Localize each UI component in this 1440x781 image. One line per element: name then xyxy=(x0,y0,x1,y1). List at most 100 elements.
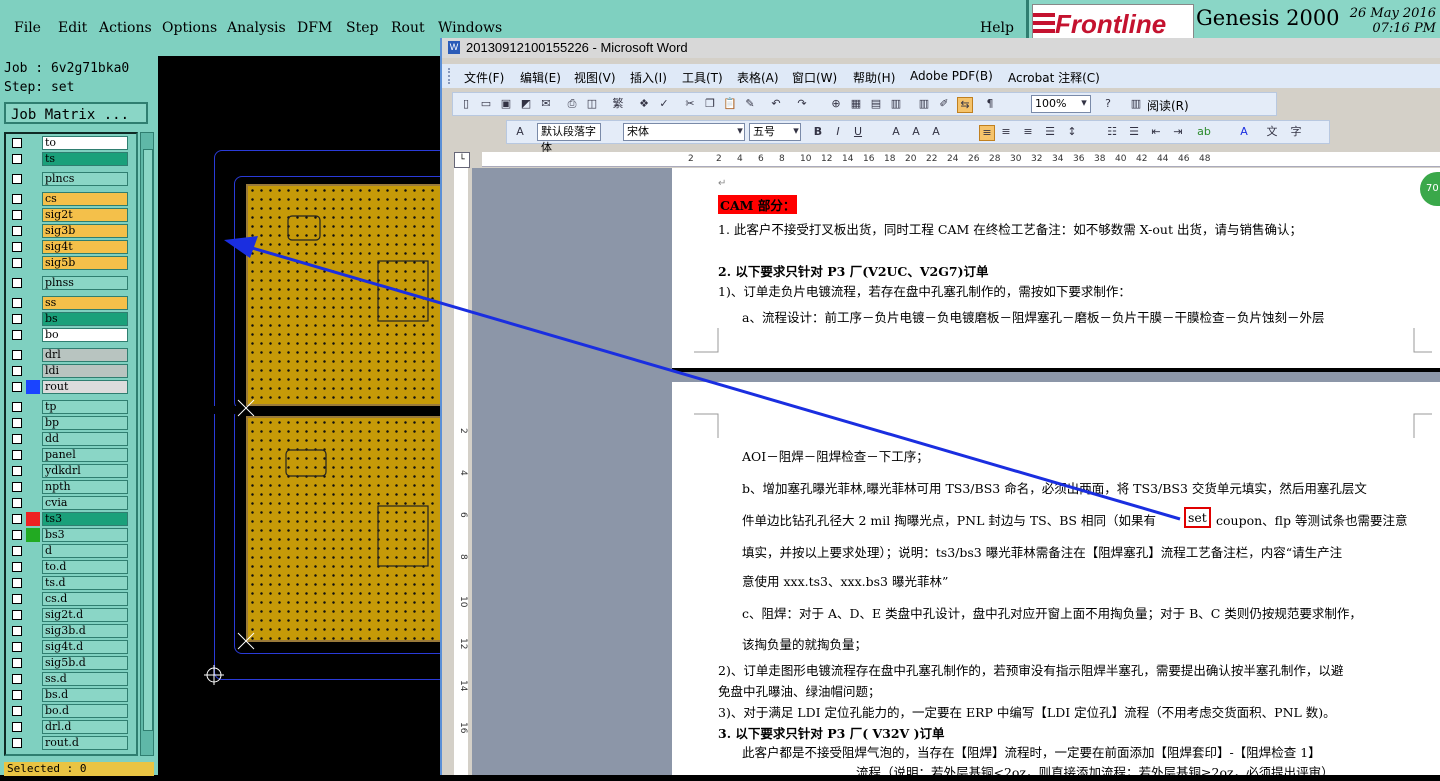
layer-checkbox[interactable] xyxy=(12,482,22,492)
layer-row-plnss[interactable]: plnss xyxy=(8,276,130,290)
layer-checkbox[interactable] xyxy=(12,706,22,716)
layer-name[interactable]: dd xyxy=(42,432,128,446)
email-icon[interactable]: ✉ xyxy=(539,97,553,111)
layer-color-swatch[interactable] xyxy=(26,512,40,526)
layer-row-cvia[interactable]: cvia xyxy=(8,496,130,510)
vertical-ruler[interactable]: 2 4 6 8 10 12 14 16 xyxy=(454,168,468,775)
layer-list-scrollbar[interactable] xyxy=(140,132,154,756)
font-dropdown-icon[interactable]: ▾ xyxy=(733,124,747,138)
word-menu-item[interactable]: 帮助(H) xyxy=(853,69,895,86)
layer-name[interactable]: ts xyxy=(42,152,128,166)
layer-name[interactable]: sig2t.d xyxy=(42,608,128,622)
increase-indent-icon[interactable]: ⇥ xyxy=(1171,125,1185,139)
word-menu-item[interactable]: 插入(I) xyxy=(630,69,667,86)
layer-color-swatch[interactable] xyxy=(26,380,40,394)
undo-icon[interactable]: ↶ xyxy=(769,97,783,111)
layer-checkbox[interactable] xyxy=(12,594,22,604)
layer-checkbox[interactable] xyxy=(12,434,22,444)
layer-color-swatch[interactable] xyxy=(26,416,40,430)
layer-row-ss-d[interactable]: ss.d xyxy=(8,672,130,686)
layer-row-bp[interactable]: bp xyxy=(8,416,130,430)
layer-name[interactable]: cs xyxy=(42,192,128,206)
layer-row-bs3[interactable]: bs3 xyxy=(8,528,130,542)
layer-checkbox[interactable] xyxy=(12,418,22,428)
redo-icon[interactable]: ↷ xyxy=(795,97,809,111)
layer-color-swatch[interactable] xyxy=(26,256,40,270)
layer-color-swatch[interactable] xyxy=(26,400,40,414)
layer-name[interactable]: bp xyxy=(42,416,128,430)
layer-name[interactable]: sig3b xyxy=(42,224,128,238)
layer-row-ts-d[interactable]: ts.d xyxy=(8,576,130,590)
style-select[interactable]: 默认段落字体 xyxy=(537,123,601,154)
layer-row-ts[interactable]: ts xyxy=(8,152,130,166)
layer-checkbox[interactable] xyxy=(12,498,22,508)
distributed-icon[interactable]: ☰ xyxy=(1043,125,1057,139)
layer-row-npth[interactable]: npth xyxy=(8,480,130,494)
read-icon[interactable]: ▥ xyxy=(1129,97,1143,111)
layer-row-plncs[interactable]: plncs xyxy=(8,172,130,186)
menu-analysis[interactable]: Analysis xyxy=(227,20,286,36)
layer-checkbox[interactable] xyxy=(12,242,22,252)
layer-name[interactable]: tp xyxy=(42,400,128,414)
layer-color-swatch[interactable] xyxy=(26,704,40,718)
layer-name[interactable]: npth xyxy=(42,480,128,494)
layer-name[interactable]: ss.d xyxy=(42,672,128,686)
size-dropdown-icon[interactable]: ▾ xyxy=(789,124,803,138)
layer-name[interactable]: d xyxy=(42,544,128,558)
layer-name[interactable]: ydkdrl xyxy=(42,464,128,478)
layer-name[interactable]: cvia xyxy=(42,496,128,510)
layer-checkbox[interactable] xyxy=(12,278,22,288)
paste-icon[interactable]: 📋 xyxy=(723,97,737,111)
word-menu-item[interactable]: Adobe PDF(B) xyxy=(910,69,993,83)
word-menu-item[interactable]: Acrobat 注释(C) xyxy=(1008,69,1100,86)
layer-checkbox[interactable] xyxy=(12,658,22,668)
permission-icon[interactable]: ◩ xyxy=(519,97,533,111)
layer-row-rout[interactable]: rout xyxy=(8,380,130,394)
layer-checkbox[interactable] xyxy=(12,562,22,572)
layer-name[interactable]: bs.d xyxy=(42,688,128,702)
layer-name[interactable]: sig3b.d xyxy=(42,624,128,638)
layer-row-bs[interactable]: bs xyxy=(8,312,130,326)
layer-color-swatch[interactable] xyxy=(26,496,40,510)
layer-name[interactable]: bs3 xyxy=(42,528,128,542)
highlight-icon[interactable]: ab xyxy=(1197,125,1211,139)
graphic-canvas[interactable] xyxy=(158,56,440,775)
layer-name[interactable]: to.d xyxy=(42,560,128,574)
underline-icon[interactable]: U xyxy=(851,125,865,139)
layer-row-bo-d[interactable]: bo.d xyxy=(8,704,130,718)
decrease-indent-icon[interactable]: ⇤ xyxy=(1149,125,1163,139)
layer-checkbox[interactable] xyxy=(12,674,22,684)
layer-row-sig2t[interactable]: sig2t xyxy=(8,208,130,222)
layer-checkbox[interactable] xyxy=(12,450,22,460)
layer-checkbox[interactable] xyxy=(12,210,22,220)
align-right-icon[interactable]: ≡ xyxy=(1021,125,1035,139)
layer-row-drl[interactable]: drl xyxy=(8,348,130,362)
layer-checkbox[interactable] xyxy=(12,402,22,412)
drawing-icon[interactable]: ✐ xyxy=(937,97,951,111)
word-menu-item[interactable]: 编辑(E) xyxy=(520,69,561,86)
layer-row-sig4t-d[interactable]: sig4t.d xyxy=(8,640,130,654)
layer-color-swatch[interactable] xyxy=(26,672,40,686)
layer-name[interactable]: to xyxy=(42,136,128,150)
new-doc-icon[interactable]: ▯ xyxy=(459,97,473,111)
layer-row-sig5b[interactable]: sig5b xyxy=(8,256,130,270)
layer-checkbox[interactable] xyxy=(12,226,22,236)
layer-name[interactable]: ldi xyxy=(42,364,128,378)
layer-checkbox[interactable] xyxy=(12,298,22,308)
layer-color-swatch[interactable] xyxy=(26,640,40,654)
align-center-icon[interactable]: ≡ xyxy=(999,125,1013,139)
layer-checkbox[interactable] xyxy=(12,366,22,376)
layer-color-swatch[interactable] xyxy=(26,224,40,238)
layer-color-swatch[interactable] xyxy=(26,312,40,326)
italic-icon[interactable]: I xyxy=(831,125,845,139)
layer-name[interactable]: panel xyxy=(42,448,128,462)
layer-color-swatch[interactable] xyxy=(26,296,40,310)
menu-dfm[interactable]: DFM xyxy=(297,20,332,36)
layer-row-tp[interactable]: tp xyxy=(8,400,130,414)
layer-checkbox[interactable] xyxy=(12,154,22,164)
research-icon[interactable]: ❖ xyxy=(637,97,651,111)
layer-name[interactable]: sig5b xyxy=(42,256,128,270)
layer-name[interactable]: bs xyxy=(42,312,128,326)
print-preview-icon[interactable]: ◫ xyxy=(585,97,599,111)
layer-row-cs-d[interactable]: cs.d xyxy=(8,592,130,606)
